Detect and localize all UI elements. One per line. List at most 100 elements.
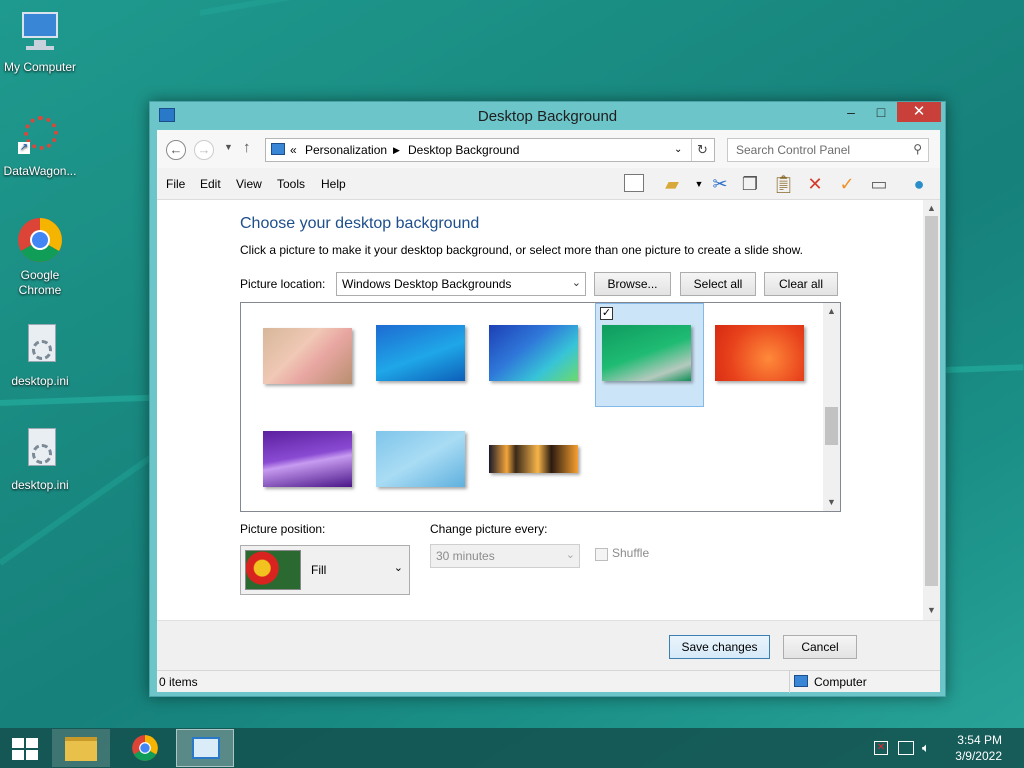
item-count: 0 items <box>159 675 198 689</box>
shell-icon[interactable]: ● <box>909 174 929 194</box>
desktop-icon-datawagon[interactable]: ↗ DataWagon... <box>0 112 80 179</box>
copy-icon[interactable]: ❐ <box>740 174 760 194</box>
desktop-icon-my-computer[interactable]: My Computer <box>0 8 80 75</box>
picture-location-value: Windows Desktop Backgrounds <box>342 277 512 291</box>
change-picture-select[interactable]: 30 minutes ⌄ <box>430 544 580 568</box>
cancel-button[interactable]: Cancel <box>783 635 857 659</box>
footer-bar: Save changes Cancel <box>157 620 940 670</box>
chevron-down-icon: ⌄ <box>565 549 575 561</box>
scroll-down-icon[interactable]: ▼ <box>927 605 936 615</box>
scrollbar-thumb[interactable] <box>825 407 838 445</box>
title-bar[interactable]: Desktop Background – □ ✕ <box>150 102 945 130</box>
thumbnail-city-night[interactable] <box>489 445 578 473</box>
picture-position-label: Picture position: <box>240 522 326 536</box>
minimize-button[interactable]: – <box>837 102 865 122</box>
search-icon: ⚲ <box>913 142 922 156</box>
picture-location-label: Picture location: <box>240 277 326 291</box>
clock[interactable]: 3:54 PM 3/9/2022 <box>955 732 1002 764</box>
select-all-button[interactable]: Select all <box>680 272 756 296</box>
gallery-scrollbar[interactable]: ▲ ▼ <box>823 303 840 511</box>
thumbnail-cartoon[interactable] <box>263 328 352 384</box>
change-picture-label: Change picture every: <box>430 522 548 536</box>
thumbnail-purple[interactable] <box>263 431 352 487</box>
clear-all-button[interactable]: Clear all <box>764 272 838 296</box>
recent-pages-dropdown[interactable]: ▼ <box>224 142 233 152</box>
windows-start-icon[interactable] <box>12 738 38 760</box>
control-panel-icon <box>192 737 220 759</box>
desktop-background-window: Desktop Background – □ ✕ ← → ▼ ↑ « Perso… <box>149 101 946 697</box>
cut-icon[interactable]: ✂ <box>710 174 730 194</box>
content-scrollbar[interactable]: ▲ ▼ <box>923 200 940 620</box>
breadcrumb-desktop-background[interactable]: Desktop Background <box>408 143 519 157</box>
page-title: Choose your desktop background <box>240 215 480 232</box>
chevron-down-icon: ⌄ <box>571 277 581 289</box>
status-location: Computer <box>814 675 867 689</box>
back-button[interactable]: ← <box>166 140 186 160</box>
window-title: Desktop Background <box>477 108 618 125</box>
desktop-icon-label: desktop.ini <box>11 374 69 388</box>
layout-pane-icon[interactable] <box>624 174 644 192</box>
status-bar: 0 items Computer <box>157 670 940 693</box>
save-changes-button[interactable]: Save changes <box>669 635 770 659</box>
clock-time: 3:54 PM <box>957 733 1002 747</box>
scroll-down-icon[interactable]: ▼ <box>827 497 836 507</box>
taskbar-file-explorer[interactable] <box>52 729 110 767</box>
desktop-icon-google-chrome[interactable]: Google Chrome <box>0 216 80 298</box>
breadcrumb-prefix: « <box>290 143 297 157</box>
picture-position-select[interactable]: Fill ⌄ <box>240 545 410 595</box>
menu-edit[interactable]: Edit <box>200 177 221 191</box>
delete-icon[interactable]: ✕ <box>805 174 825 194</box>
clock-date: 3/9/2022 <box>955 749 1002 763</box>
network-icon[interactable] <box>898 741 914 755</box>
desktop-icon-desktop-ini-2[interactable]: desktop.ini <box>0 426 80 493</box>
address-dropdown-icon[interactable]: ⌄ <box>674 144 682 155</box>
scrollbar-thumb[interactable] <box>925 216 938 586</box>
search-input[interactable]: Search Control Panel ⚲ <box>727 138 929 162</box>
taskbar-control-panel[interactable] <box>176 729 234 767</box>
breadcrumb-separator-icon: ▶ <box>393 145 400 155</box>
thumbnail-red-orange[interactable] <box>715 325 804 381</box>
thumbnail-checkbox[interactable]: ✓ <box>600 307 613 320</box>
wallpaper-gallery: ✓ ▲ ▼ <box>240 302 841 512</box>
scroll-up-icon[interactable]: ▲ <box>827 306 836 316</box>
window-body: ← → ▼ ↑ « Personalization ▶ Desktop Back… <box>157 130 940 693</box>
menu-help[interactable]: Help <box>321 177 346 191</box>
settings-file-icon <box>16 322 64 370</box>
content-pane: Choose your desktop background Click a p… <box>157 200 940 620</box>
folder-dropdown-icon[interactable]: ▼ <box>689 174 709 194</box>
address-bar[interactable]: « Personalization ▶ Desktop Background ⌄… <box>265 138 715 162</box>
breadcrumb-personalization[interactable]: Personalization <box>305 143 387 157</box>
desktop-icon-label: DataWagon... <box>3 164 77 178</box>
picture-location-select[interactable]: Windows Desktop Backgrounds ⌄ <box>336 272 586 296</box>
forward-button[interactable]: → <box>194 140 214 160</box>
rename-icon[interactable]: ▭ <box>869 174 889 194</box>
browse-button[interactable]: Browse... <box>594 272 671 296</box>
desktop-icon-desktop-ini-1[interactable]: desktop.ini <box>0 322 80 389</box>
menu-tools[interactable]: Tools <box>277 177 305 191</box>
thumbnail-green[interactable] <box>602 325 691 381</box>
folder-options-icon[interactable]: ▰ <box>662 174 682 194</box>
desktop-icon-label: My Computer <box>3 60 77 74</box>
desktop-icon-label: Google Chrome <box>18 268 62 297</box>
taskbar-chrome[interactable] <box>116 729 174 767</box>
menu-view[interactable]: View <box>236 177 262 191</box>
refresh-icon[interactable]: ↻ <box>697 142 708 158</box>
wallpaper-stripe <box>199 0 1024 16</box>
menu-bar: File Edit View Tools Help ▰ ▼ ✂ ❐ 📋︎ ✕ ✓… <box>157 168 940 200</box>
folder-icon <box>65 737 97 761</box>
scroll-up-icon[interactable]: ▲ <box>927 203 936 213</box>
thumbnail-blue-lines[interactable] <box>376 325 465 381</box>
shuffle-checkbox[interactable] <box>595 548 608 561</box>
properties-icon[interactable]: ✓ <box>837 174 857 194</box>
thumbnail-blue-petals[interactable] <box>489 325 578 381</box>
address-row: ← → ▼ ↑ « Personalization ▶ Desktop Back… <box>157 130 940 168</box>
thumbnail-light-blue[interactable] <box>376 431 465 487</box>
paste-icon[interactable]: 📋︎ <box>772 174 795 194</box>
action-center-icon[interactable]: ✕ <box>874 741 888 755</box>
datawagon-icon: ↗ <box>16 112 64 160</box>
maximize-button[interactable]: □ <box>867 102 895 122</box>
close-button[interactable]: ✕ <box>897 102 941 122</box>
up-button[interactable]: ↑ <box>243 139 251 156</box>
volume-muted-icon[interactable]: 🔈︎ <box>922 740 930 756</box>
menu-file[interactable]: File <box>166 177 185 191</box>
